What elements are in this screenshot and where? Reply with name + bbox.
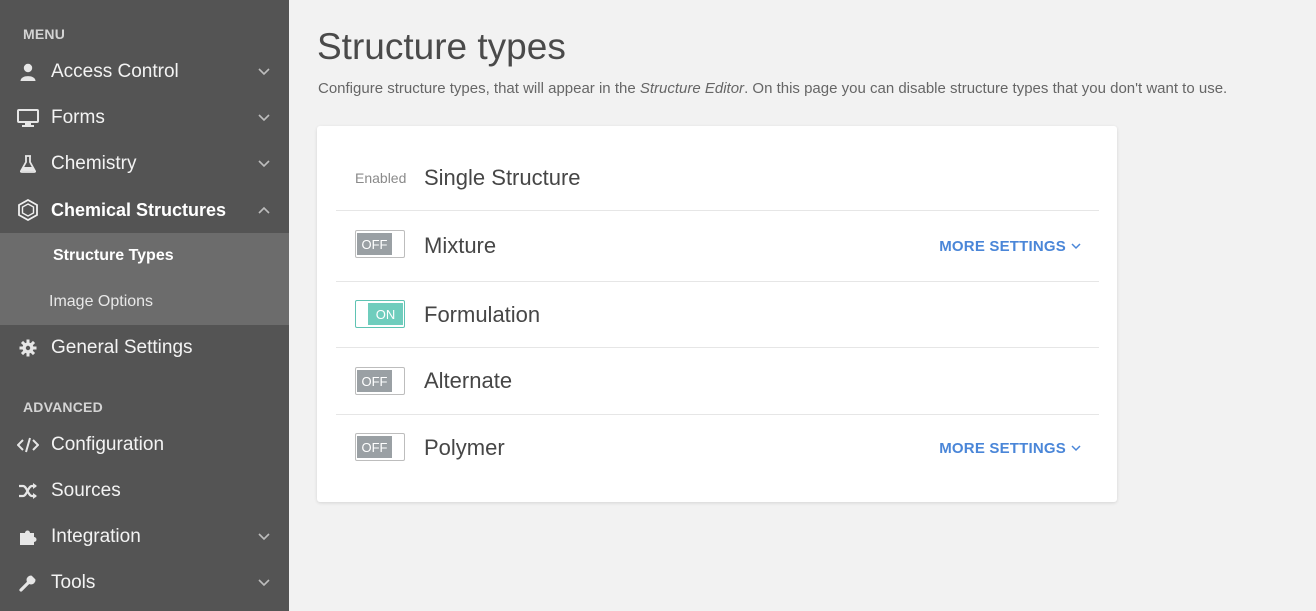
sidebar-item-label: Configuration (51, 434, 165, 455)
enabled-status-text: Enabled (355, 170, 407, 186)
chevron-down-icon (257, 157, 271, 171)
monitor-icon (17, 107, 39, 129)
structure-editor-emphasis: Structure Editor (639, 80, 745, 97)
chevron-down-icon (1071, 443, 1081, 453)
chevron-down-icon (1071, 241, 1081, 251)
chevron-down-icon (257, 111, 271, 125)
sidebar-item-configuration[interactable]: Configuration (0, 422, 289, 468)
structure-type-row-formulation: ON Formulation (336, 282, 1099, 348)
toggle-knob: OFF (357, 370, 392, 392)
sidebar-item-sources[interactable]: Sources (0, 468, 289, 514)
user-icon (17, 61, 39, 83)
advanced-section-label: ADVANCED (23, 399, 103, 415)
page-title: Structure types (317, 26, 566, 67)
menu-section-label: MENU (23, 26, 66, 42)
sidebar-item-access-control[interactable]: Access Control (0, 49, 289, 95)
more-settings-link[interactable]: MORE SETTINGS (939, 238, 1081, 255)
sidebar-item-label: General Settings (51, 337, 193, 358)
sidebar-item-tools[interactable]: Tools (0, 560, 289, 606)
structure-type-name: Single Structure (424, 165, 581, 190)
alternate-toggle[interactable]: OFF (355, 367, 405, 395)
sidebar-item-forms[interactable]: Forms (0, 95, 289, 141)
sidebar-subitem-structure-types[interactable]: Structure Types (0, 233, 289, 279)
description-suffix: . On this page you can disable structure… (744, 80, 1228, 97)
sidebar-item-label: Sources (51, 480, 121, 501)
formulation-toggle[interactable]: ON (355, 300, 405, 328)
sidebar-subitem-label: Structure Types (53, 247, 174, 264)
code-icon (17, 434, 39, 456)
sidebar-item-label: Chemistry (51, 153, 137, 174)
description-prefix: Configure structure types, that will app… (318, 80, 640, 97)
shuffle-icon (17, 480, 39, 502)
sidebar-item-integration[interactable]: Integration (0, 514, 289, 560)
chevron-down-icon (257, 530, 271, 544)
chemical-structures-submenu: Structure Types Image Options (0, 233, 289, 325)
flask-icon (17, 153, 39, 175)
sidebar-item-chemistry[interactable]: Chemistry (0, 141, 289, 187)
sidebar-item-label: Integration (51, 526, 141, 547)
sidebar-subitem-image-options[interactable]: Image Options (0, 279, 289, 325)
chevron-up-icon (257, 203, 271, 217)
sidebar-subitem-label: Image Options (49, 293, 154, 310)
structure-types-card: Enabled Single Structure OFF Mixture MOR… (317, 126, 1117, 502)
structure-type-row-polymer: OFF Polymer MORE SETTINGS (336, 415, 1099, 481)
more-settings-link[interactable]: MORE SETTINGS (939, 440, 1081, 457)
structure-type-name: Formulation (424, 301, 541, 327)
chevron-down-icon (257, 65, 271, 79)
mixture-toggle[interactable]: OFF (355, 230, 405, 258)
toggle-track (357, 303, 366, 325)
sidebar-item-label: Forms (51, 107, 105, 128)
sidebar-item-label: Chemical Structures (51, 199, 227, 220)
structure-type-name: Polymer (424, 435, 505, 460)
structure-type-row-single: Enabled Single Structure (336, 146, 1099, 211)
sidebar: MENU Access Control Forms Chemistry Chem (0, 0, 289, 611)
toggle-knob: ON (368, 303, 403, 325)
structure-type-row-mixture: OFF Mixture MORE SETTINGS (336, 211, 1099, 282)
toggle-knob: OFF (357, 233, 392, 255)
polymer-toggle[interactable]: OFF (355, 433, 405, 461)
page-description: Configure structure types, that will app… (318, 80, 1227, 97)
structure-type-row-alternate: OFF Alternate (336, 348, 1099, 415)
gear-icon (17, 337, 39, 359)
hexagon-icon (17, 199, 39, 221)
wrench-icon (17, 572, 39, 594)
structure-type-name: Mixture (424, 233, 497, 258)
more-settings-label: MORE SETTINGS (939, 439, 1066, 457)
sidebar-item-general-settings[interactable]: General Settings (0, 325, 289, 371)
structure-type-name: Alternate (424, 368, 513, 393)
puzzle-icon (17, 526, 39, 548)
sidebar-item-label: Tools (51, 572, 96, 593)
sidebar-item-chemical-structures[interactable]: Chemical Structures (0, 187, 289, 233)
toggle-knob: OFF (357, 436, 392, 458)
sidebar-item-label: Access Control (51, 61, 179, 82)
more-settings-label: MORE SETTINGS (939, 237, 1066, 255)
chevron-down-icon (257, 576, 271, 590)
